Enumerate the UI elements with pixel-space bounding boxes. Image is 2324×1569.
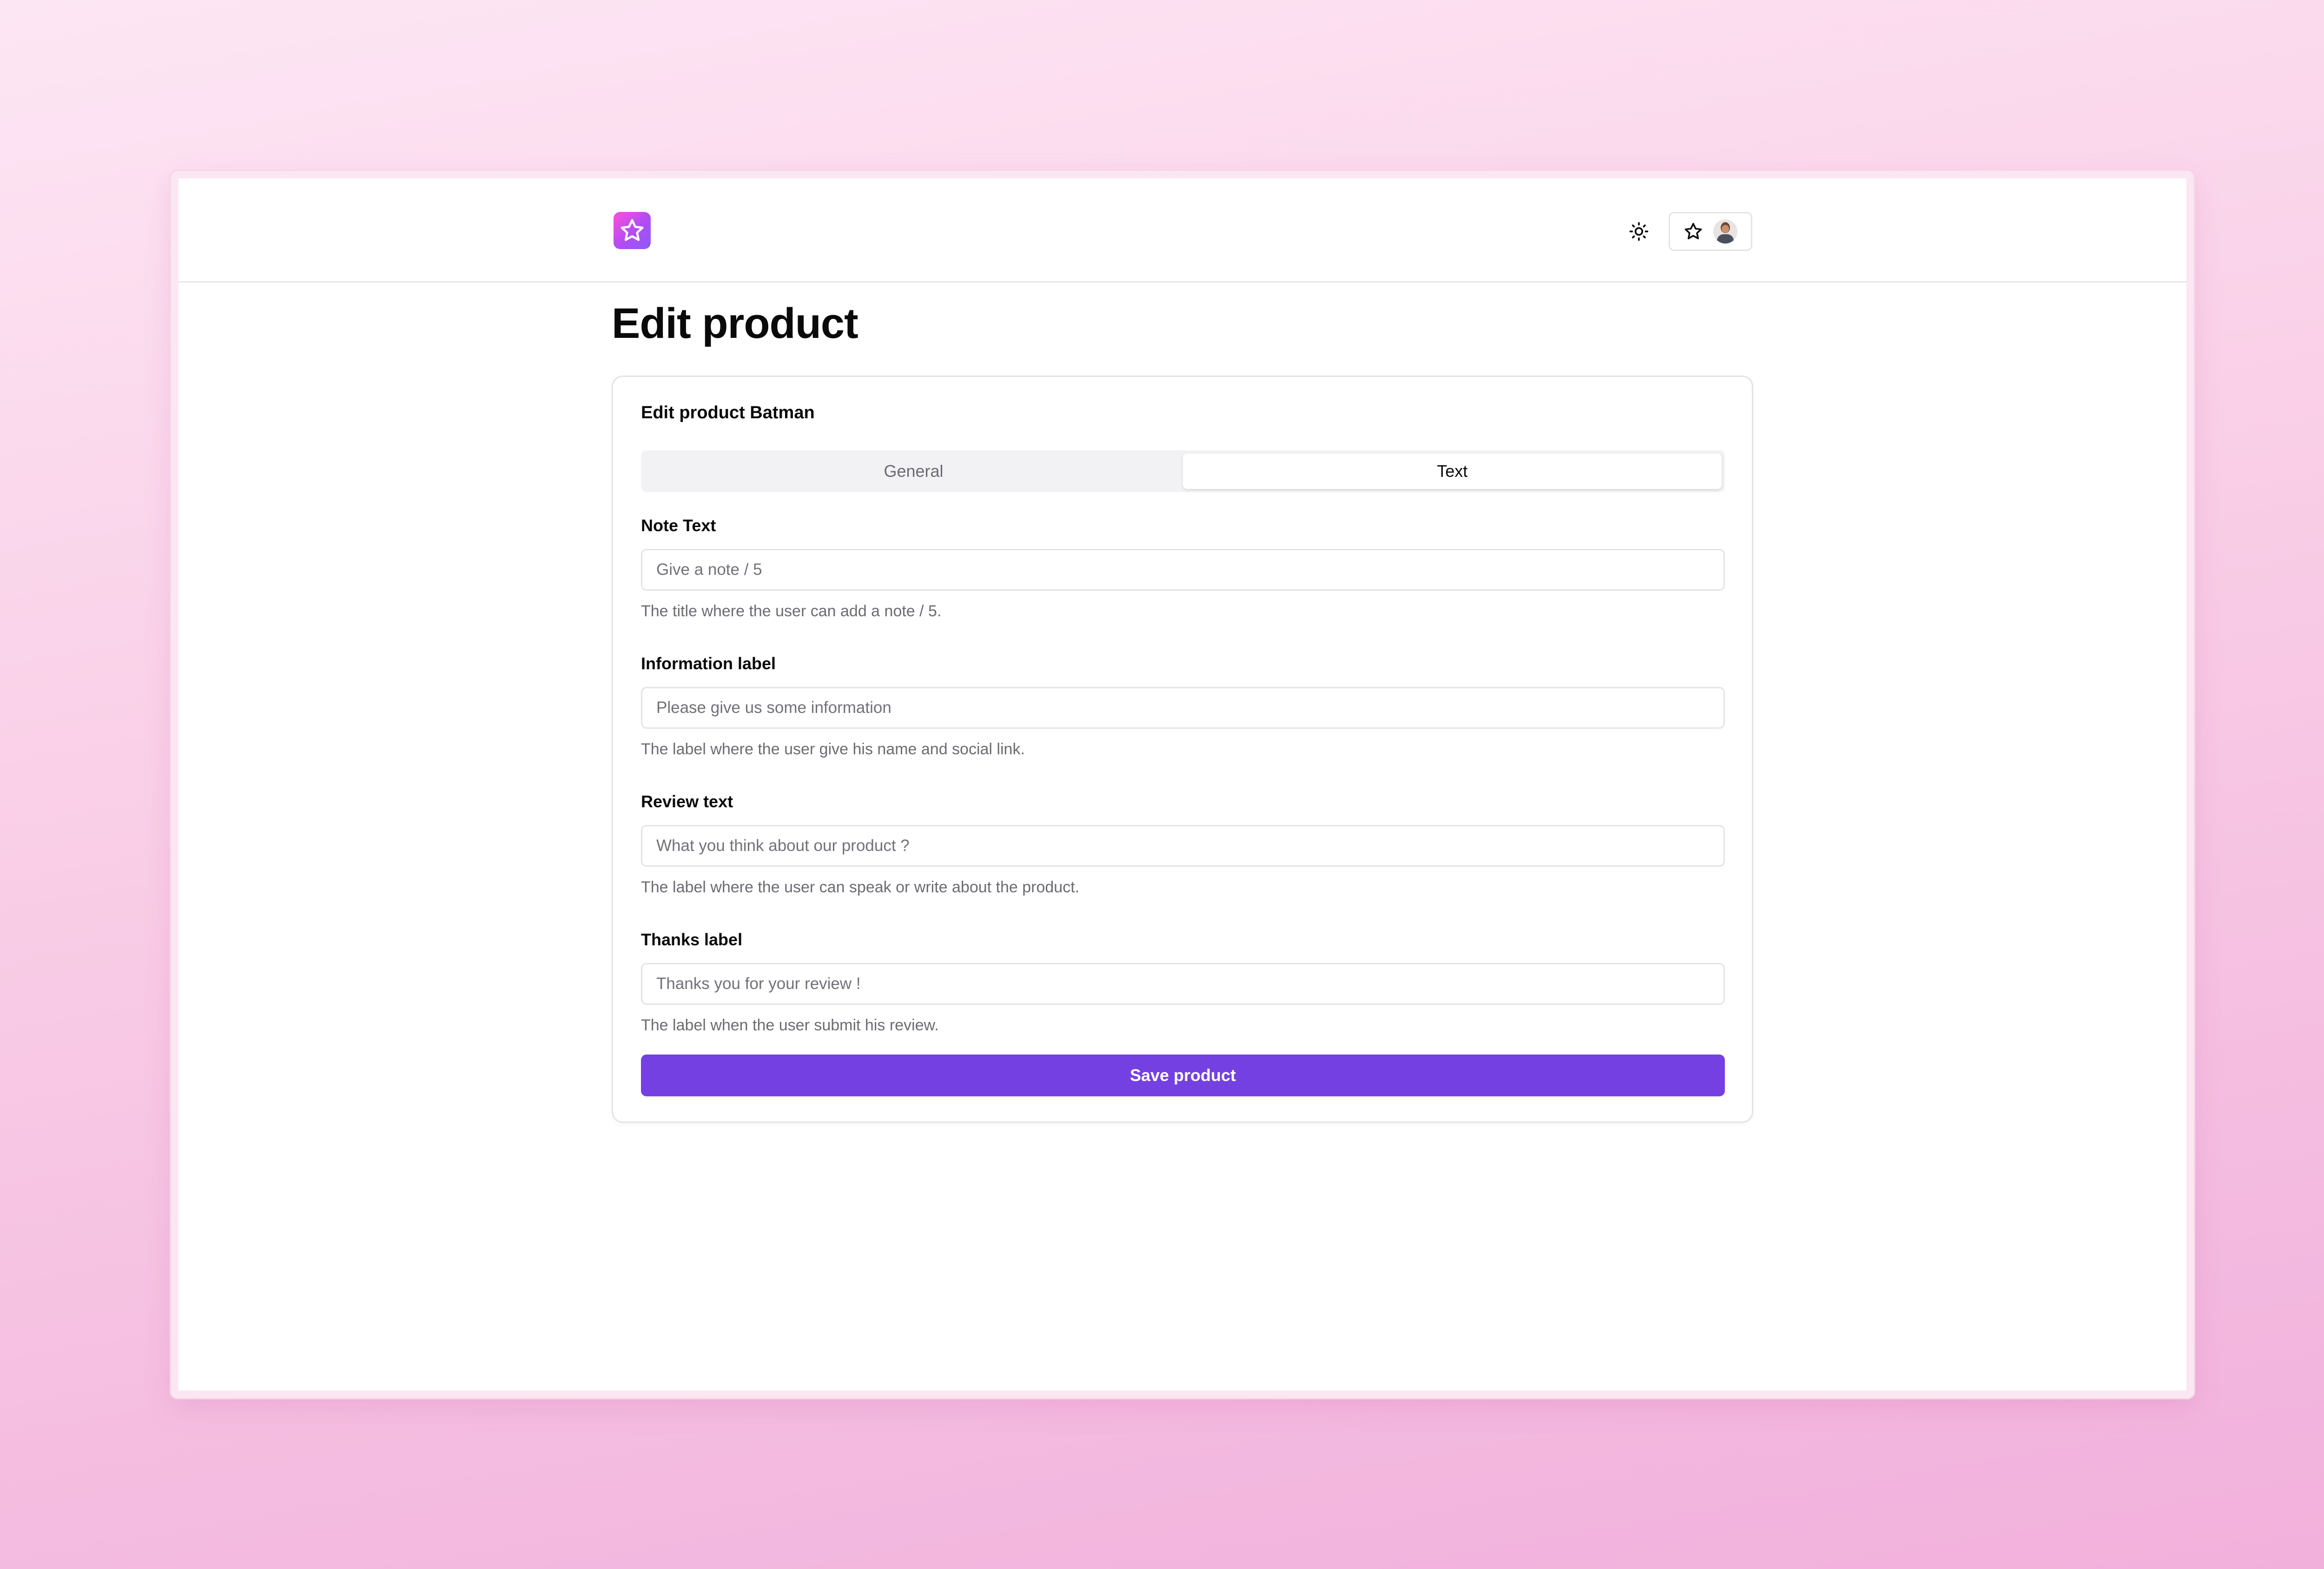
tab-general[interactable]: General bbox=[644, 454, 1183, 489]
thanks-label-help: The label when the user submit his revie… bbox=[641, 1016, 939, 1034]
sun-icon bbox=[1629, 222, 1649, 241]
note-text-field: Note Text The title where the user can a… bbox=[641, 515, 1725, 621]
thanks-label-label: Thanks label bbox=[641, 930, 743, 949]
star-icon bbox=[1684, 223, 1702, 239]
information-label-field: Information label The label where the us… bbox=[641, 653, 1725, 759]
review-text-field: Review text The label where the user can… bbox=[641, 791, 1725, 897]
app-logo[interactable] bbox=[614, 212, 651, 249]
information-label-input[interactable] bbox=[641, 687, 1725, 729]
information-label-help: The label where the user give his name a… bbox=[641, 740, 1025, 758]
top-navbar bbox=[178, 178, 2186, 283]
page-title: Edit product bbox=[612, 300, 858, 347]
review-text-label: Review text bbox=[641, 792, 733, 811]
avatar bbox=[1713, 219, 1737, 244]
thanks-label-input[interactable] bbox=[641, 963, 1725, 1005]
review-text-input[interactable] bbox=[641, 825, 1725, 867]
review-text-help: The label where the user can speak or wr… bbox=[641, 878, 1080, 896]
star-icon bbox=[621, 219, 644, 241]
app-window: Edit product Edit product Batman General… bbox=[171, 171, 2194, 1398]
user-menu-button[interactable] bbox=[1669, 212, 1752, 251]
save-product-button[interactable]: Save product bbox=[641, 1055, 1725, 1096]
information-label-label: Information label bbox=[641, 654, 776, 673]
tab-list: General Text bbox=[641, 450, 1725, 492]
theme-toggle-button[interactable] bbox=[1627, 219, 1651, 244]
note-text-help: The title where the user can add a note … bbox=[641, 602, 942, 620]
card-title: Edit product Batman bbox=[641, 403, 815, 422]
thanks-label-field: Thanks label The label when the user sub… bbox=[641, 930, 1725, 1035]
tab-text[interactable]: Text bbox=[1183, 454, 1722, 489]
edit-product-card: Edit product Batman General Text Note Te… bbox=[612, 376, 1753, 1123]
note-text-label: Note Text bbox=[641, 516, 716, 535]
note-text-input[interactable] bbox=[641, 549, 1725, 591]
